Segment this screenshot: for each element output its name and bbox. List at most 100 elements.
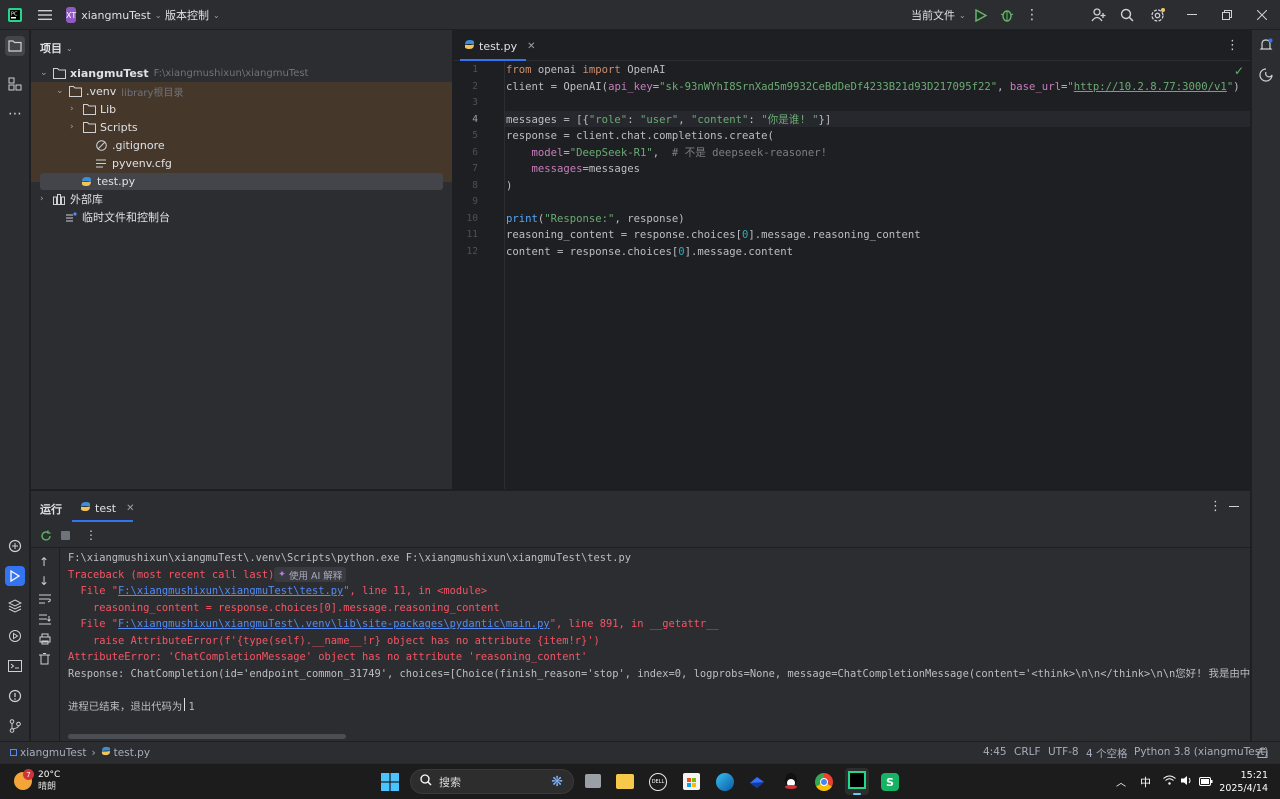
- project-tool-icon[interactable]: [5, 36, 25, 56]
- feishu-icon[interactable]: [748, 773, 766, 791]
- close-icon[interactable]: [1252, 5, 1272, 25]
- tree-item-pyvenv-cfg[interactable]: pyvenv.cfg: [82, 154, 172, 172]
- weather-widget[interactable]: 7 20°C 晴朗: [14, 769, 60, 793]
- line-number: 10: [466, 212, 478, 224]
- close-tab-icon[interactable]: ✕: [126, 503, 134, 514]
- battery-icon[interactable]: [1199, 776, 1213, 789]
- windows-start-icon[interactable]: [381, 773, 399, 791]
- indent-setting[interactable]: 4 个空格: [1086, 746, 1128, 761]
- tree-item-label: .gitignore: [112, 138, 165, 152]
- chevron-right-icon[interactable]: ›: [40, 194, 52, 204]
- file-link[interactable]: F:\xiangmushixun\xiangmuTest\.venv\lib\s…: [118, 618, 550, 630]
- line-separator[interactable]: CRLF: [1014, 746, 1041, 758]
- search-icon[interactable]: [1117, 5, 1137, 25]
- caret-position[interactable]: 4:45: [983, 746, 1007, 758]
- pycharm-taskbar-icon[interactable]: [845, 768, 869, 795]
- restore-icon[interactable]: [1217, 5, 1237, 25]
- terminal-icon[interactable]: [5, 656, 25, 676]
- tree-item-test-py[interactable]: test.py: [67, 172, 135, 190]
- close-tab-icon[interactable]: ✕: [527, 41, 535, 52]
- editor-tab-test-py[interactable]: test.py ✕: [458, 36, 542, 56]
- stop-icon[interactable]: [61, 531, 70, 540]
- services-icon[interactable]: [5, 626, 25, 646]
- project-switcher[interactable]: XT xiangmuTest ⌄: [64, 5, 162, 25]
- run-tab-test[interactable]: test ✕: [80, 499, 135, 517]
- run-icon[interactable]: [971, 5, 991, 25]
- run-more-icon[interactable]: ⋮: [85, 528, 97, 542]
- git-branch-icon[interactable]: [5, 716, 25, 736]
- line-number: 2: [472, 80, 478, 92]
- qq-icon[interactable]: [782, 772, 800, 792]
- console-text: AttributeError: 'ChatCompletionMessage' …: [68, 651, 588, 663]
- minimize-icon[interactable]: [1182, 5, 1202, 25]
- layers-icon[interactable]: [5, 596, 25, 616]
- taskbar-search-box[interactable]: 搜索 ❋: [410, 769, 574, 794]
- task-view-icon[interactable]: [585, 774, 601, 788]
- right-tool-strip: [1251, 30, 1280, 741]
- gutter-separator: [504, 61, 505, 489]
- structure-tool-icon[interactable]: [5, 74, 25, 94]
- dell-icon[interactable]: DELL: [649, 773, 667, 791]
- folder-icon: [82, 103, 96, 115]
- hide-panel-icon[interactable]: [1229, 506, 1239, 507]
- chevron-down-icon[interactable]: ⌄: [40, 68, 52, 78]
- settings-gear-icon[interactable]: [1147, 5, 1167, 25]
- ime-indicator[interactable]: 中: [1140, 774, 1151, 790]
- run-tool-icon[interactable]: [5, 566, 25, 586]
- chevron-down-icon[interactable]: ⌄: [56, 86, 68, 96]
- tree-item-gitignore[interactable]: .gitignore: [82, 136, 165, 154]
- tree-item-lib[interactable]: › Lib: [70, 100, 116, 118]
- file-encoding[interactable]: UTF-8: [1048, 746, 1079, 758]
- run-config-selector[interactable]: 当前文件 ⌄: [911, 5, 966, 25]
- breadcrumb-project[interactable]: xiangmuTest: [20, 747, 86, 759]
- tree-item-label: pyvenv.cfg: [112, 156, 172, 170]
- more-tools-icon[interactable]: ⋯: [5, 104, 25, 124]
- code-content[interactable]: from openai import OpenAI client = OpenAI…: [506, 62, 1240, 482]
- file-explorer-icon[interactable]: [616, 774, 634, 789]
- tree-item-scripts[interactable]: › Scripts: [70, 118, 138, 136]
- wifi-icon[interactable]: [1163, 775, 1176, 788]
- lock-icon[interactable]: [1257, 747, 1268, 758]
- chrome-icon[interactable]: [815, 773, 833, 791]
- breadcrumb-file[interactable]: test.py: [114, 747, 150, 759]
- tree-item-hint: F:\xiangmushixun\xiangmuTest: [153, 67, 309, 79]
- run-config-label: 当前文件: [911, 9, 955, 22]
- code-token: "content": [691, 113, 749, 126]
- editor-tabs-more-icon[interactable]: ⋮: [1226, 38, 1239, 53]
- problems-icon[interactable]: [5, 686, 25, 706]
- python-interpreter[interactable]: Python 3.8 (xiangmuTest): [1134, 746, 1268, 758]
- edge-browser-icon[interactable]: [716, 773, 734, 791]
- console-line: F:\xiangmushixun\xiangmuTest\.venv\Scrip…: [68, 550, 631, 566]
- vcs-widget[interactable]: 版本控制 ⌄: [165, 5, 220, 25]
- chevron-right-icon[interactable]: ›: [70, 104, 82, 114]
- green-app-icon[interactable]: S: [881, 773, 899, 791]
- volume-icon[interactable]: [1181, 775, 1193, 789]
- ai-assistant-icon[interactable]: [1256, 65, 1276, 85]
- microsoft-store-icon[interactable]: [683, 773, 700, 790]
- debug-icon[interactable]: [997, 5, 1017, 25]
- file-link[interactable]: F:\xiangmushixun\xiangmuTest\test.py: [118, 585, 343, 597]
- clock[interactable]: 15:21 2025/4/14: [1218, 769, 1268, 795]
- notifications-bell-icon[interactable]: [1256, 35, 1276, 55]
- ai-explain-button[interactable]: ✦ 使用 AI 解释: [274, 567, 347, 582]
- title-bar: PC XT xiangmuTest ⌄ 版本控制 ⌄ 当前文件 ⌄ ⋮: [0, 0, 1280, 30]
- tree-item-venv[interactable]: ⌄ .venv library根目录: [56, 82, 183, 100]
- run-panel-options-icon[interactable]: ⋮: [1209, 499, 1222, 514]
- add-user-icon[interactable]: [1088, 5, 1108, 25]
- tree-item-xiangmutest[interactable]: ⌄ xiangmuTest F:\xiangmushixun\xiangmuTest: [40, 64, 308, 82]
- project-panel: 项目 ⌄ ⌄ xiangmuTest F:\xiangmushixun\xiangm…: [31, 30, 453, 489]
- run-tab-label: test: [95, 501, 117, 515]
- rerun-icon[interactable]: [39, 529, 53, 543]
- horizontal-scrollbar[interactable]: [68, 734, 346, 739]
- more-vertical-icon[interactable]: ⋮: [1022, 5, 1042, 25]
- console-output[interactable]: F:\xiangmushixun\xiangmuTest\.venv\Scrip…: [31, 548, 1250, 728]
- ignore-file-icon: [94, 139, 108, 151]
- chevron-right-icon[interactable]: ›: [70, 122, 82, 132]
- chevron-up-icon[interactable]: ︿: [1116, 774, 1126, 789]
- main-menu-icon[interactable]: [36, 6, 54, 24]
- project-panel-header[interactable]: 项目 ⌄: [40, 40, 73, 56]
- code-line: messages = [{"role": "user", "content": …: [506, 112, 831, 128]
- tree-item-[interactable]: 临时文件和控制台: [52, 208, 170, 226]
- tree-item-[interactable]: › 外部库: [40, 190, 103, 208]
- python-console-icon[interactable]: [5, 536, 25, 556]
